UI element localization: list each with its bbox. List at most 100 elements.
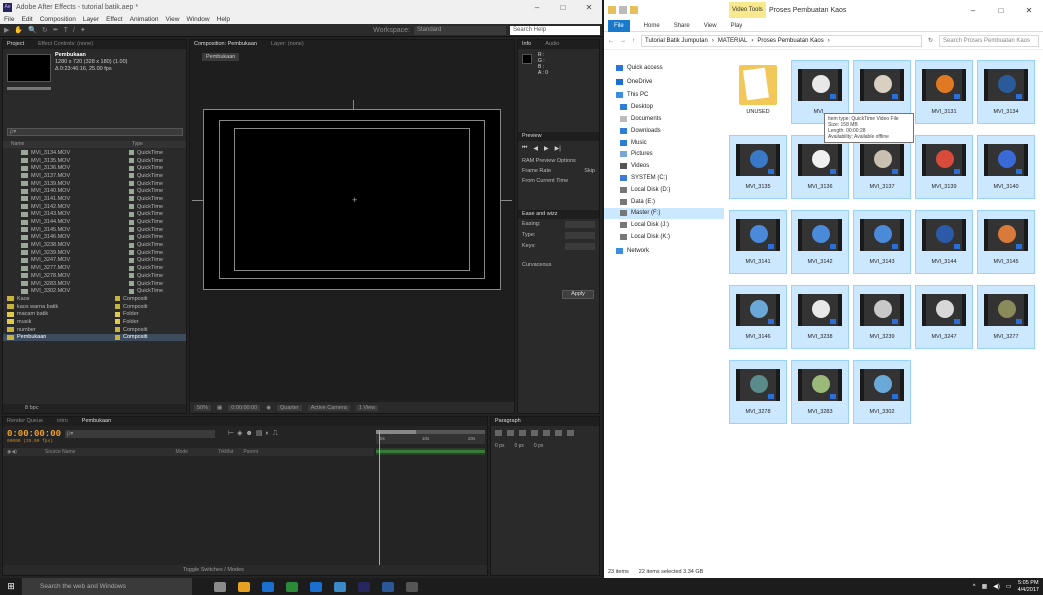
- type-select[interactable]: [565, 232, 595, 239]
- explorer-close-icon[interactable]: ✕: [1015, 6, 1043, 15]
- project-row[interactable]: MVI_3139.MOV QuickTime: [3, 180, 186, 188]
- rotate-tool-icon[interactable]: ↻: [42, 26, 48, 34]
- hand-tool-icon[interactable]: ✋: [14, 26, 23, 34]
- project-row[interactable]: MVI_3277.MOV QuickTime: [3, 264, 186, 272]
- tab-ease-wizz[interactable]: Ease and wizz: [522, 210, 557, 219]
- comp-name-tab[interactable]: Pembukaan: [202, 53, 240, 61]
- camera-icon[interactable]: ◉: [266, 405, 271, 411]
- show-hidden-icon[interactable]: ^: [973, 584, 976, 590]
- brush-tool-icon[interactable]: /: [73, 27, 75, 34]
- label-color-swatch[interactable]: [129, 204, 134, 210]
- indent-first-field[interactable]: 0 px: [534, 443, 543, 449]
- text-tool-icon[interactable]: T: [64, 27, 68, 34]
- video-file-item[interactable]: MVI_3145: [977, 210, 1035, 274]
- close-icon[interactable]: ✕: [576, 3, 602, 12]
- video-tools-label[interactable]: Video Tools: [729, 2, 766, 18]
- breadcrumb-2[interactable]: Proses Pembuatan Kaos: [757, 36, 823, 46]
- align-center-icon[interactable]: [507, 430, 514, 436]
- refresh-icon[interactable]: ↻: [928, 37, 933, 44]
- align-left-icon[interactable]: [495, 430, 502, 436]
- video-file-item[interactable]: MVI_3143: [853, 210, 911, 274]
- label-color-swatch[interactable]: [129, 211, 134, 217]
- justify-all-icon[interactable]: [567, 430, 574, 436]
- label-color-swatch[interactable]: [129, 265, 134, 271]
- project-row[interactable]: MVI_3134.MOV QuickTime: [3, 149, 186, 157]
- tab-intro[interactable]: intro: [57, 417, 68, 426]
- from-current-time-checkbox[interactable]: From Current Time: [522, 178, 568, 184]
- zoom-select[interactable]: 50%: [194, 404, 212, 411]
- tab-info[interactable]: Info: [522, 40, 531, 49]
- nav-item[interactable]: Desktop: [604, 101, 724, 113]
- video-file-item[interactable]: MVI_3302: [853, 360, 911, 424]
- video-file-item[interactable]: MVI_3278: [729, 360, 787, 424]
- taskbar-app-icon[interactable]: [262, 581, 274, 592]
- indent-right-field[interactable]: 0 px: [514, 443, 523, 449]
- resolution-select[interactable]: Quarter: [277, 404, 302, 411]
- properties-icon[interactable]: [619, 6, 627, 14]
- label-color-swatch[interactable]: [115, 327, 120, 333]
- up-icon[interactable]: ↑: [632, 38, 635, 44]
- label-color-swatch[interactable]: [129, 173, 134, 179]
- project-row[interactable]: MVI_3143.MOV QuickTime: [3, 211, 186, 219]
- project-row[interactable]: MVI_3137.MOV QuickTime: [3, 172, 186, 180]
- puppet-tool-icon[interactable]: ✦: [80, 26, 86, 34]
- ribbon-tab-home[interactable]: Home: [644, 23, 660, 29]
- col-parent[interactable]: Parent: [243, 448, 258, 456]
- grid-icon[interactable]: ▦: [217, 405, 222, 411]
- nav-item[interactable]: Pictures: [604, 149, 724, 161]
- toggle-switches-modes[interactable]: Toggle Switches / Modes: [183, 565, 244, 575]
- label-color-swatch[interactable]: [129, 158, 134, 164]
- nav-item[interactable]: Downloads: [604, 125, 724, 137]
- play-icon[interactable]: ▶: [544, 145, 549, 152]
- keys-select[interactable]: [565, 243, 595, 250]
- tab-render-queue[interactable]: Render Queue: [7, 417, 43, 426]
- work-area-bar[interactable]: [376, 430, 485, 434]
- ribbon-tab-file[interactable]: File: [608, 19, 630, 32]
- nav-item[interactable]: Local Disk (D:): [604, 184, 724, 196]
- tab-preview[interactable]: Preview: [522, 132, 542, 141]
- taskbar-app-icon[interactable]: [286, 581, 298, 592]
- label-color-swatch[interactable]: [129, 288, 134, 294]
- video-file-item[interactable]: MVI_3142: [791, 210, 849, 274]
- nav-item[interactable]: Quick access: [604, 62, 724, 74]
- justify-right-icon[interactable]: [555, 430, 562, 436]
- forward-icon[interactable]: →: [620, 38, 626, 44]
- col-source-name[interactable]: Source Name: [45, 448, 76, 456]
- taskbar-app-icon[interactable]: [406, 581, 418, 592]
- shy-layers-icon[interactable]: ☻: [246, 430, 256, 437]
- taskbar-app-icon[interactable]: [238, 581, 250, 592]
- label-color-swatch[interactable]: [129, 281, 134, 287]
- label-color-swatch[interactable]: [129, 273, 134, 279]
- time-ruler[interactable]: 0s 10s 20s: [376, 430, 485, 444]
- keyboard-icon[interactable]: ▭: [1006, 583, 1012, 590]
- windows-start-icon[interactable]: ⊞: [0, 581, 22, 592]
- indent-left-field[interactable]: 0 px: [495, 443, 504, 449]
- label-color-swatch[interactable]: [115, 319, 120, 325]
- video-file-item[interactable]: MVI_3136: [791, 135, 849, 199]
- nav-item[interactable]: This PC: [604, 90, 724, 102]
- frame-blending-icon[interactable]: ▤: [256, 430, 266, 437]
- project-row[interactable]: Pembukaan Compositi: [3, 333, 186, 342]
- project-row[interactable]: MVI_3144.MOV QuickTime: [3, 218, 186, 226]
- label-color-swatch[interactable]: [129, 181, 134, 187]
- maximize-icon[interactable]: □: [550, 3, 576, 12]
- current-time-field[interactable]: 0:00:00:00: [228, 404, 261, 411]
- bpc-label[interactable]: 8 bpc: [25, 405, 38, 411]
- project-row[interactable]: MVI_3140.MOV QuickTime: [3, 187, 186, 195]
- tab-audio[interactable]: Audio: [545, 40, 559, 49]
- justify-left-icon[interactable]: [531, 430, 538, 436]
- menu-animation[interactable]: Animation: [130, 16, 159, 23]
- video-file-item[interactable]: MVI_3139: [915, 135, 973, 199]
- breadcrumb-0[interactable]: Tutorial Batik Jumputan: [645, 36, 708, 46]
- menu-window[interactable]: Window: [187, 16, 210, 23]
- label-color-swatch[interactable]: [129, 188, 134, 194]
- label-color-swatch[interactable]: [129, 234, 134, 240]
- next-frame-icon[interactable]: ▶|: [555, 145, 561, 152]
- ribbon-tab-play[interactable]: Play: [731, 23, 743, 29]
- col-mode[interactable]: Mode: [175, 448, 188, 456]
- curvaceous-checkbox[interactable]: Curvaceous: [522, 262, 551, 268]
- video-file-item[interactable]: MVI_3137: [853, 135, 911, 199]
- pen-tool-icon[interactable]: ✒: [53, 26, 59, 34]
- video-file-item[interactable]: MVI_3131: [915, 60, 973, 124]
- project-row[interactable]: MVI_3247.MOV QuickTime: [3, 257, 186, 265]
